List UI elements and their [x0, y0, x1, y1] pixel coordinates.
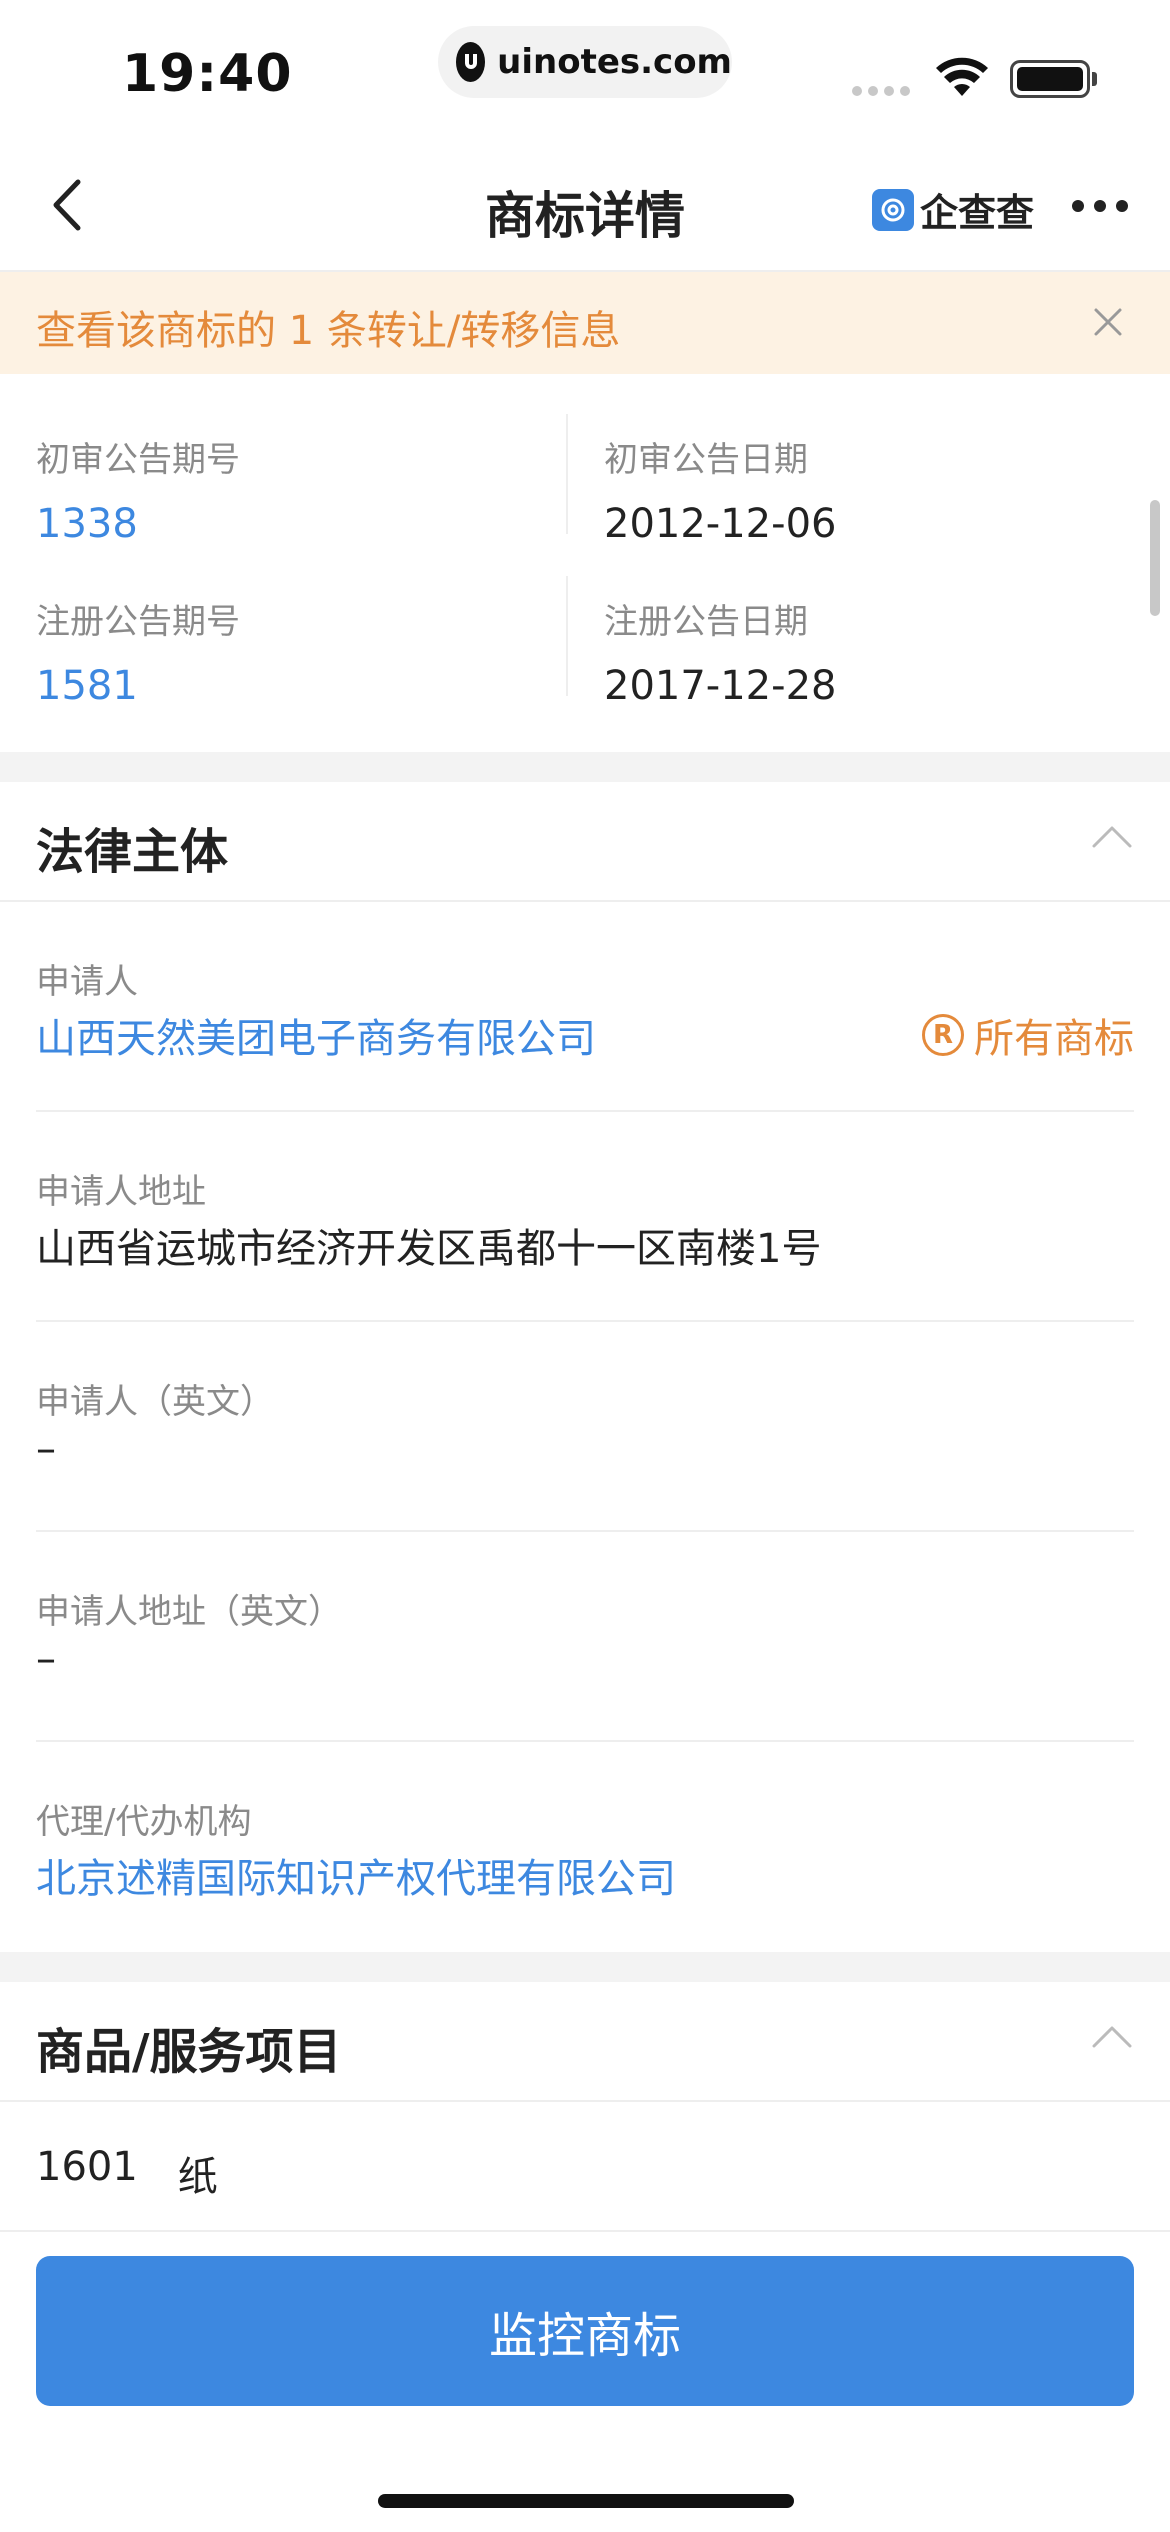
- legal-section-header[interactable]: 法律主体: [0, 782, 1170, 902]
- url-text: uinotes.com: [497, 42, 732, 82]
- goods-section-header[interactable]: 商品/服务项目: [0, 1982, 1170, 2102]
- battery-icon: [1010, 60, 1090, 98]
- section-gap: [0, 1952, 1170, 1982]
- prelim-date: 初审公告日期 2012-12-06: [604, 432, 1164, 547]
- battery-nub: [1092, 72, 1097, 86]
- prelim-issue: 初审公告期号 1338: [36, 432, 596, 547]
- status-time: 19:40: [122, 44, 293, 104]
- close-icon[interactable]: [1092, 306, 1124, 338]
- applicant-en-value: –: [36, 1426, 56, 1472]
- home-indicator[interactable]: [378, 2494, 794, 2508]
- applicant-en-label: 申请人（英文）: [36, 1382, 274, 1422]
- section-title: 商品/服务项目: [36, 2024, 342, 2080]
- reg-date-value: 2017-12-28: [604, 663, 837, 709]
- brand-name: 企查查: [920, 191, 1035, 235]
- applicant-link[interactable]: 山西天然美团电子商务有限公司: [36, 1006, 596, 1064]
- chevron-up-icon[interactable]: [1090, 822, 1134, 852]
- brand-logo[interactable]: 企查查: [872, 182, 1034, 237]
- publication-grid: 初审公告期号 1338 初审公告日期 2012-12-06 注册公告期号 158…: [0, 374, 1170, 752]
- status-bar: 19:40 uinotes.com: [0, 0, 1170, 140]
- section-title: 法律主体: [36, 824, 229, 880]
- goods-code: 1601: [36, 2144, 138, 2190]
- agent-label: 代理/代办机构: [36, 1802, 252, 1842]
- url-pill[interactable]: uinotes.com: [438, 26, 732, 98]
- address-label: 申请人地址: [36, 1172, 206, 1212]
- transfer-notice[interactable]: 查看该商标的 1 条转让/转移信息: [0, 272, 1170, 374]
- agent-link[interactable]: 北京述精国际知识产权代理有限公司: [36, 1846, 676, 1904]
- prelim-issue-label: 初审公告期号: [36, 440, 240, 480]
- more-icon[interactable]: [1072, 200, 1128, 212]
- reg-date: 注册公告日期 2017-12-28: [604, 594, 1164, 709]
- reg-issue: 注册公告期号 1581: [36, 594, 596, 709]
- reg-issue-label: 注册公告期号: [36, 602, 240, 642]
- nav-bar: 商标详情 企查查: [0, 140, 1170, 272]
- address-value: 山西省运城市经济开发区禹都十一区南楼1号: [36, 1226, 822, 1272]
- prelim-date-value: 2012-12-06: [604, 501, 837, 547]
- reg-issue-value[interactable]: 1581: [36, 663, 596, 709]
- bottom-action-bar: 监控商标: [0, 2230, 1170, 2532]
- address-en-label: 申请人地址（英文）: [36, 1592, 342, 1632]
- qcc-logo-icon: [872, 188, 914, 231]
- all-marks-label: 所有商标: [974, 1016, 1134, 1062]
- section-gap: [0, 752, 1170, 782]
- notice-text: 查看该商标的 1 条转让/转移信息: [36, 308, 621, 354]
- goods-name: 纸: [177, 2154, 218, 2200]
- agent-field: 代理/代办机构 北京述精国际知识产权代理有限公司: [36, 1742, 1134, 1952]
- reg-date-label: 注册公告日期: [604, 602, 808, 642]
- column-divider: [566, 414, 568, 534]
- applicant-field: 申请人 山西天然美团电子商务有限公司 R 所有商标: [36, 902, 1134, 1112]
- prelim-date-label: 初审公告日期: [604, 440, 808, 480]
- applicant-en-field: 申请人（英文） –: [36, 1322, 1134, 1532]
- all-marks-button[interactable]: R 所有商标: [922, 1006, 1134, 1064]
- address-en-value: –: [36, 1636, 56, 1682]
- goods-item: 1601 纸: [36, 2144, 218, 2202]
- address-en-field: 申请人地址（英文） –: [36, 1532, 1134, 1742]
- wifi-icon: [936, 57, 988, 96]
- monitor-trademark-button[interactable]: 监控商标: [36, 2256, 1134, 2406]
- cellular-signal-icon: [852, 86, 910, 96]
- site-logo-icon: [456, 42, 486, 82]
- scrollbar[interactable]: [1150, 500, 1160, 616]
- prelim-issue-value[interactable]: 1338: [36, 501, 596, 547]
- address-field: 申请人地址 山西省运城市经济开发区禹都十一区南楼1号: [36, 1112, 1134, 1322]
- registered-icon: R: [922, 1014, 964, 1056]
- applicant-label: 申请人: [36, 962, 138, 1002]
- chevron-up-icon[interactable]: [1090, 2022, 1134, 2052]
- column-divider: [566, 576, 568, 696]
